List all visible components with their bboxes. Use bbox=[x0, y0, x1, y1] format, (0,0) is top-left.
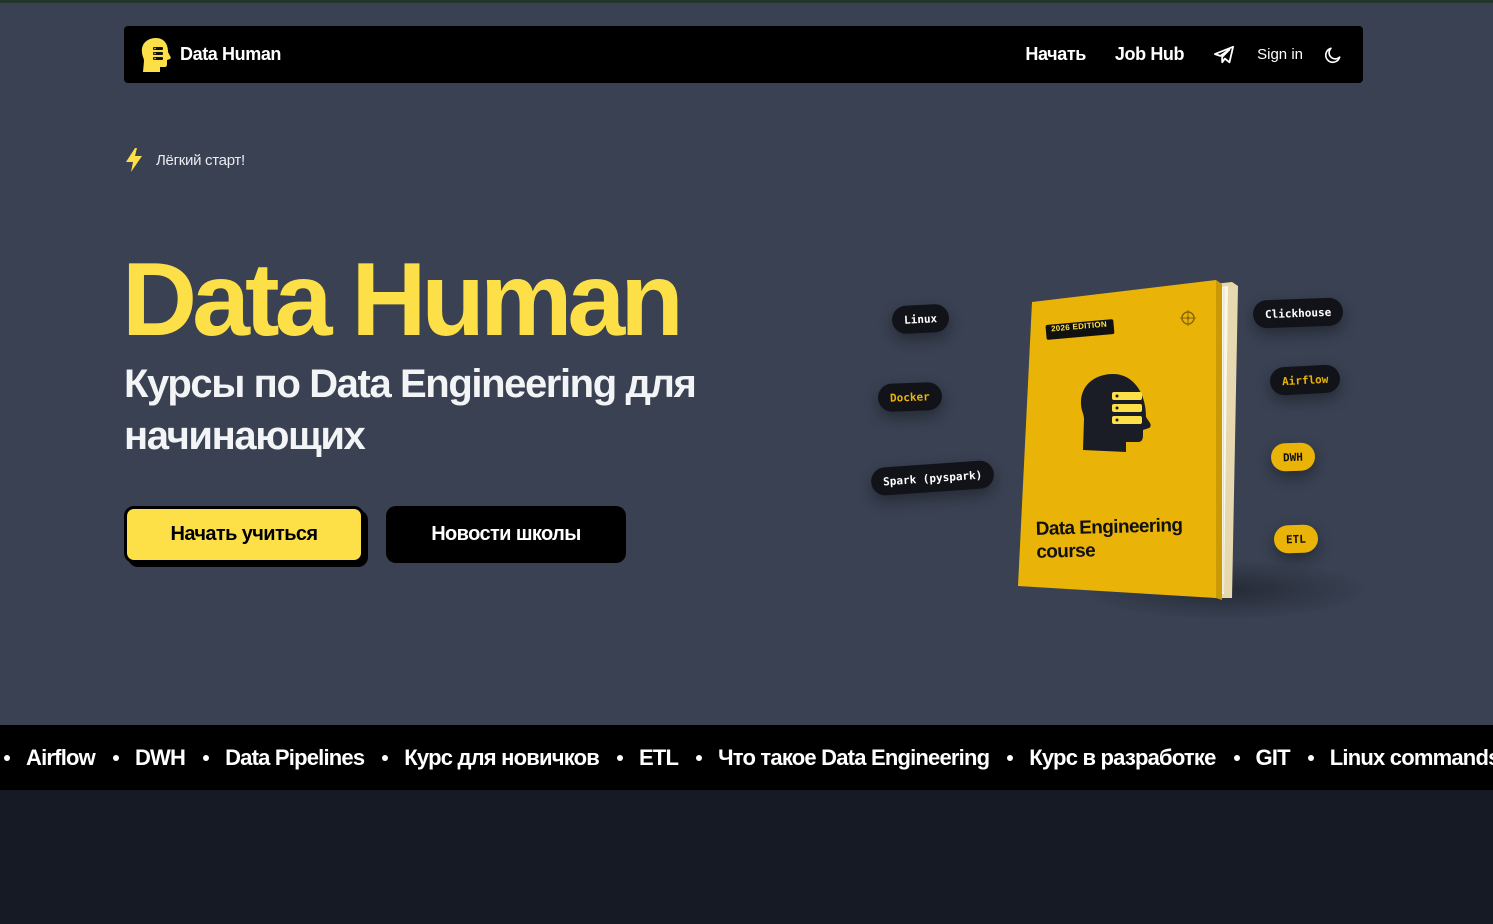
bullet-dot bbox=[1007, 754, 1014, 761]
tag-docker: Docker bbox=[877, 381, 943, 413]
nav-link-job-hub[interactable]: Job Hub bbox=[1115, 44, 1185, 65]
ticker-item: Курс в разработке bbox=[1007, 745, 1233, 771]
bullet-dot bbox=[4, 754, 10, 761]
bullet-dot bbox=[696, 754, 703, 761]
sign-in-link[interactable]: Sign in bbox=[1257, 46, 1303, 63]
moon-icon[interactable] bbox=[1323, 45, 1343, 65]
ticker-item: DWH bbox=[112, 745, 203, 771]
topics-ticker: Airflow DWH Data Pipelines Курс для нови… bbox=[0, 725, 1493, 790]
start-learning-button[interactable]: Начать учиться bbox=[124, 506, 364, 563]
brand-name: Data Human bbox=[180, 44, 282, 64]
bullet-dot bbox=[616, 754, 623, 761]
school-news-button[interactable]: Новости школы bbox=[386, 506, 626, 563]
head-server-icon bbox=[140, 37, 172, 73]
tag-etl: ETL bbox=[1273, 524, 1319, 554]
hero-subtitle: Курсы по Data Engineering для начинающих bbox=[124, 362, 697, 458]
ticker-item: Data Pipelines bbox=[203, 745, 382, 771]
tag-airflow: Airflow bbox=[1269, 364, 1342, 396]
lightning-icon bbox=[124, 147, 144, 173]
telegram-icon[interactable] bbox=[1213, 45, 1235, 65]
course-book: 2026 EDITION Data Engineering course bbox=[1018, 280, 1240, 600]
ticker-track: Airflow DWH Data Pipelines Курс для нови… bbox=[4, 745, 1493, 771]
bullet-dot bbox=[382, 754, 389, 761]
tag-linux: Linux bbox=[891, 303, 950, 335]
bullet-dot bbox=[1307, 754, 1314, 761]
bullet-dot bbox=[112, 754, 119, 761]
tag-clickhouse: Clickhouse bbox=[1252, 297, 1344, 329]
bullet-dot bbox=[203, 754, 210, 761]
ticker-item: Airflow bbox=[4, 745, 113, 771]
book-title-line2: course bbox=[1036, 540, 1096, 563]
tag-dwh: DWH bbox=[1270, 442, 1316, 472]
ticker-item: Курс для новичков bbox=[382, 745, 617, 771]
book-title-line1: Data Engineering bbox=[1035, 515, 1183, 540]
ticker-item: ETL bbox=[616, 745, 696, 771]
nav-link-start[interactable]: Начать bbox=[1025, 44, 1086, 65]
brand-link[interactable]: Data Human bbox=[140, 37, 281, 73]
ticker-item: GIT bbox=[1233, 745, 1308, 771]
easy-start-badge: Лёгкий старт! bbox=[124, 147, 245, 173]
ticker-item: Linux commands bbox=[1307, 745, 1493, 771]
top-navbar: Data Human Начать Job Hub Sign in bbox=[124, 26, 1363, 83]
book-title: Data Engineering course bbox=[1035, 514, 1183, 564]
badge-text: Лёгкий старт! bbox=[156, 151, 245, 169]
nav-links: Начать Job Hub Sign in bbox=[1025, 44, 1343, 65]
ticker-item: Что такое Data Engineering bbox=[696, 745, 1007, 771]
bullet-dot bbox=[1233, 754, 1240, 761]
hero-title: Data Human bbox=[122, 242, 684, 358]
